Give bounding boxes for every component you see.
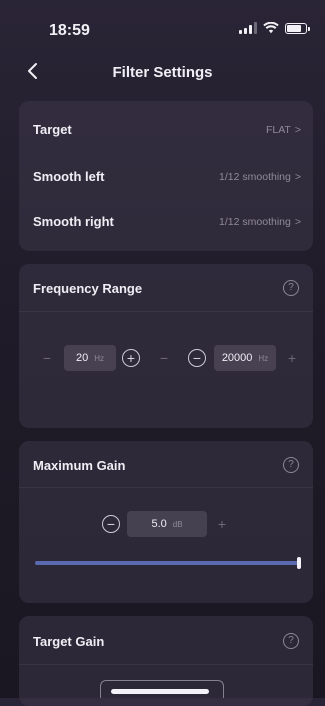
help-icon[interactable]: ? — [283, 633, 299, 649]
frequency-range-card: Frequency Range ? − 20 Hz + − − 20000 Hz… — [19, 264, 313, 428]
help-icon[interactable]: ? — [283, 280, 299, 296]
home-indicator — [111, 689, 209, 694]
max-increment-button[interactable]: + — [283, 349, 301, 367]
min-frequency-field[interactable]: 20 Hz — [64, 345, 116, 371]
navigation-bar: Filter Settings — [0, 56, 325, 88]
gain-slider-thumb[interactable] — [297, 557, 301, 569]
signal-icon — [239, 22, 257, 34]
divider — [19, 311, 313, 312]
gain-increment-button[interactable]: + — [213, 515, 231, 533]
smooth-right-row[interactable]: Smooth right 1/12 smoothing > — [33, 214, 301, 229]
maximum-gain-card: Maximum Gain ? − 5.0 dB + — [19, 441, 313, 603]
status-time: 18:59 — [49, 22, 90, 39]
target-gain-title: Target Gain — [33, 634, 105, 649]
smooth-right-label: Smooth right — [33, 214, 114, 229]
filter-options-card: Target FLAT > Smooth left 1/12 smoothing >… — [19, 101, 313, 251]
chevron-right-icon: > — [294, 123, 301, 136]
min-frequency-value: 20 — [75, 352, 89, 364]
range-separator: − — [159, 350, 169, 366]
divider — [19, 664, 313, 665]
max-decrement-button[interactable]: − — [188, 349, 206, 367]
max-frequency-value: 20000 — [221, 352, 253, 364]
gain-field[interactable]: 5.0 dB — [127, 511, 207, 537]
battery-icon — [285, 22, 310, 34]
target-value: FLAT > — [265, 123, 301, 136]
chevron-right-icon: > — [294, 215, 301, 228]
maximum-gain-title: Maximum Gain — [33, 458, 126, 473]
gain-decrement-button[interactable]: − — [102, 515, 120, 533]
wifi-icon — [263, 22, 279, 34]
chevron-right-icon: > — [294, 170, 301, 183]
gain-unit: dB — [172, 519, 183, 529]
status-bar: 18:59 — [0, 0, 325, 56]
min-decrement-button[interactable]: − — [38, 349, 56, 367]
target-label: Target — [33, 122, 72, 137]
smooth-left-label: Smooth left — [33, 169, 105, 184]
page-title: Filter Settings — [112, 64, 213, 81]
help-icon[interactable]: ? — [283, 457, 299, 473]
target-row[interactable]: Target FLAT > — [33, 122, 301, 137]
smooth-left-row[interactable]: Smooth left 1/12 smoothing > — [33, 169, 301, 184]
min-frequency-unit: Hz — [94, 353, 105, 363]
gain-value: 5.0 — [151, 518, 167, 530]
smooth-left-value: 1/12 smoothing > — [219, 170, 301, 183]
min-increment-button[interactable]: + — [122, 349, 140, 367]
smooth-right-value: 1/12 smoothing > — [219, 215, 301, 228]
status-icons — [239, 22, 310, 34]
divider — [19, 487, 313, 488]
gain-slider-track[interactable] — [35, 561, 299, 565]
max-frequency-unit: Hz — [258, 353, 269, 363]
max-frequency-field[interactable]: 20000 Hz — [214, 345, 276, 371]
frequency-range-title: Frequency Range — [33, 281, 143, 296]
